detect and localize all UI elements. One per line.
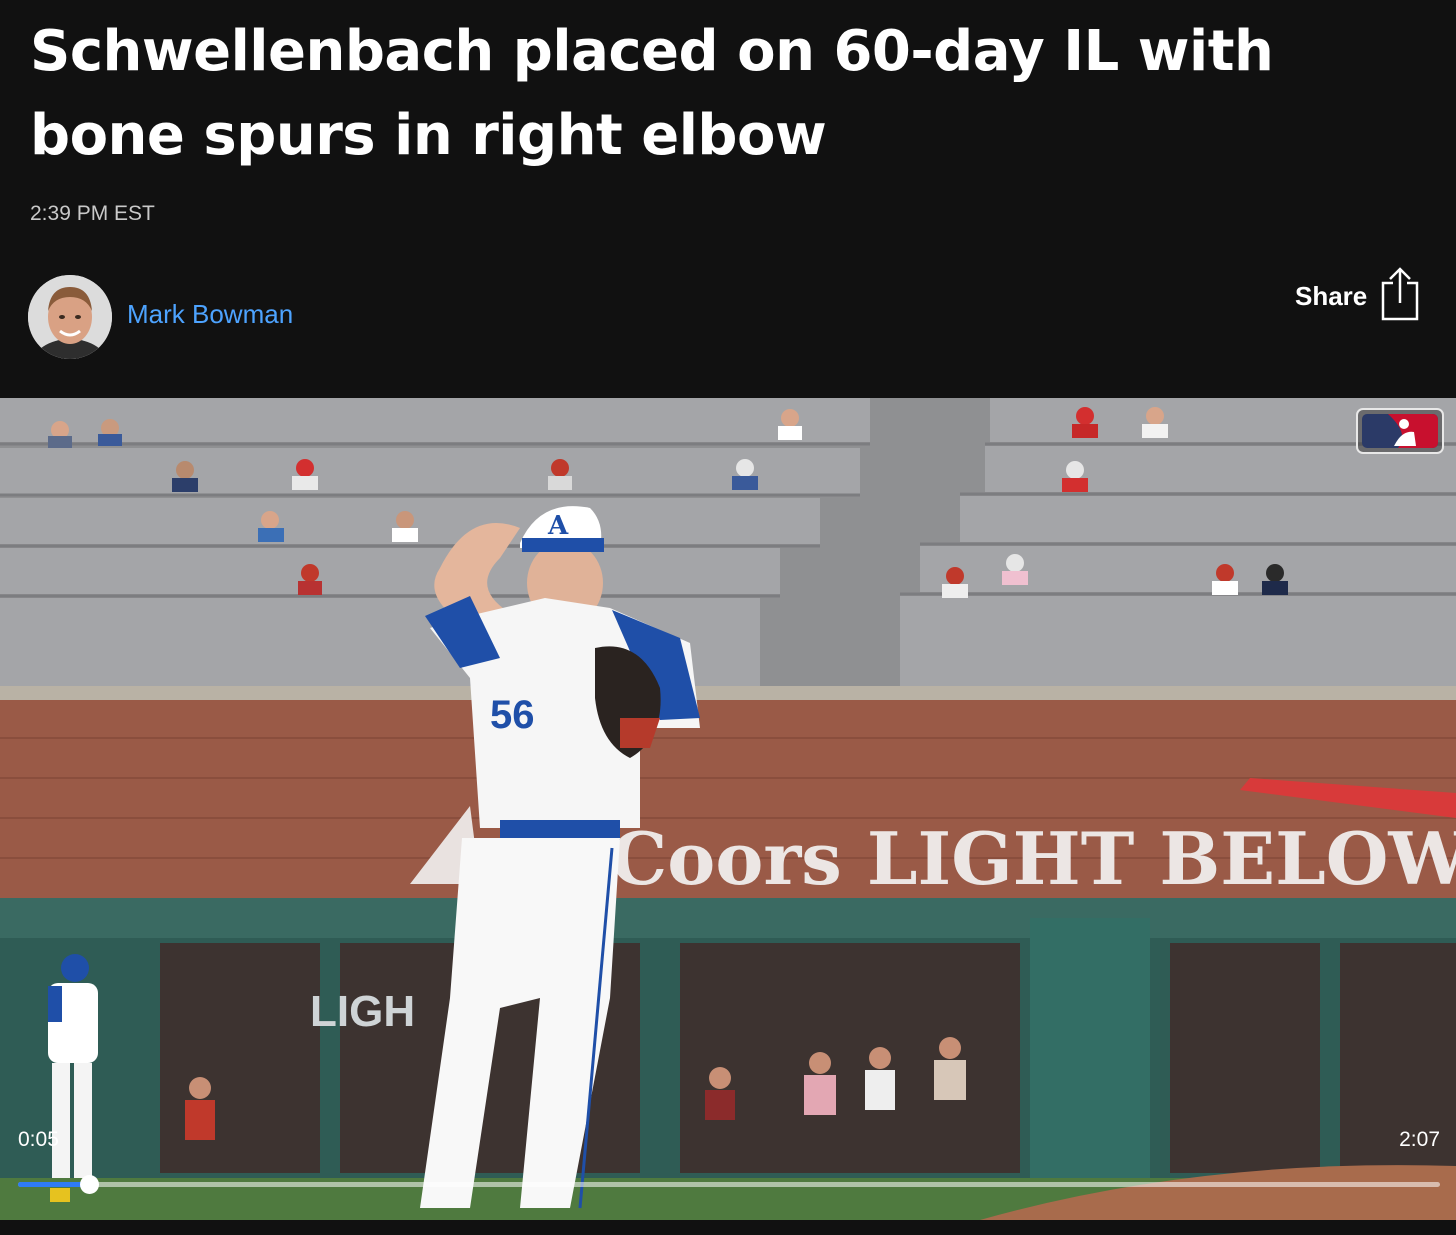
progress-scrubber[interactable]: [80, 1175, 100, 1194]
video-frame: Coors LIGHT BELOW LIGH A 56: [0, 398, 1456, 1220]
share-button[interactable]: Share: [1290, 266, 1430, 326]
svg-text:A: A: [547, 511, 569, 541]
total-duration: 2:07: [1399, 1128, 1440, 1151]
svg-text:56: 56: [490, 693, 535, 737]
bottom-bar: [0, 1220, 1456, 1235]
wall-ad-text: Coors LIGHT BELOW: [610, 816, 1456, 901]
share-icon: [1379, 266, 1421, 326]
window-ad-text: LIGH: [310, 987, 415, 1036]
elapsed-time: 0:05: [18, 1128, 59, 1151]
article-headline: Schwellenbach placed on 60-day IL with b…: [30, 19, 1274, 168]
mlb-logo-icon: [1356, 408, 1444, 454]
progress-bar[interactable]: [18, 1175, 1440, 1194]
video-player[interactable]: Coors LIGHT BELOW LIGH A 56 0:05 2:07: [0, 398, 1456, 1220]
article-header: Schwellenbach placed on 60-day IL with b…: [0, 0, 1456, 398]
author-photo: [28, 275, 112, 359]
author-avatar[interactable]: [28, 275, 112, 359]
progress-fill: [18, 1182, 90, 1187]
author-link[interactable]: Mark Bowman: [127, 299, 293, 330]
share-label: Share: [1295, 280, 1368, 311]
publish-timestamp: 2:39 PM EST: [30, 202, 155, 225]
